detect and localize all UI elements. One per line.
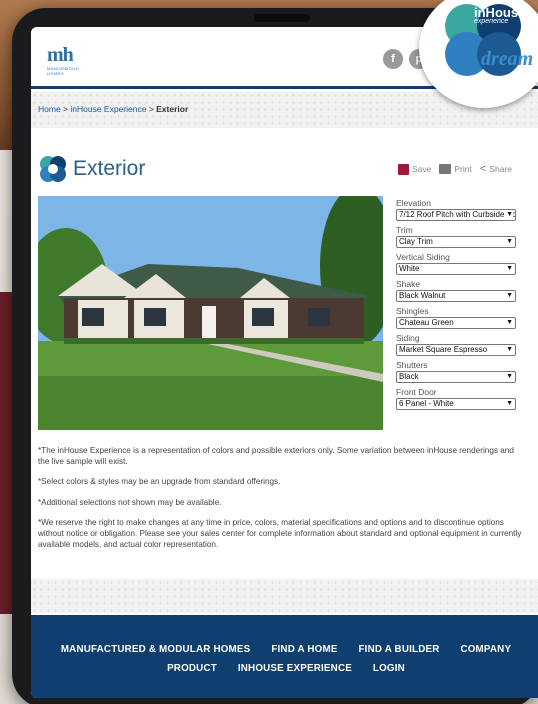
chevron-down-icon: ▼: [504, 264, 513, 274]
select-value: Black: [399, 372, 419, 381]
select-value: 7/12 Roof Pitch with Curbside Porch: [399, 210, 516, 219]
share-icon: <: [479, 163, 487, 175]
option-label: Front Door: [396, 387, 437, 397]
save-button[interactable]: Save: [398, 163, 432, 175]
badge-dream-text: dream: [481, 48, 534, 70]
note-paragraph: *Select colors & styles may be an upgrad…: [38, 477, 281, 487]
chevron-down-icon: ▼: [504, 291, 513, 301]
siding-select[interactable]: Market Square Espresso ▼: [396, 344, 516, 356]
inhouse-logo-icon: [40, 156, 66, 182]
trim-select[interactable]: Clay Trim ▼: [396, 236, 516, 248]
site-logo[interactable]: mh MANORWOOD HOMES: [47, 44, 91, 76]
badge-subtitle: experience: [474, 18, 509, 25]
option-shake: Shake Black Walnut ▼: [396, 279, 518, 302]
logo-subtitle: MANORWOOD HOMES: [47, 66, 80, 76]
select-value: Clay Trim: [399, 237, 433, 246]
content-divider-band: [31, 579, 538, 613]
chevron-down-icon: ▼: [504, 210, 513, 220]
select-value: Black Walnut: [399, 291, 446, 300]
shingles-select[interactable]: Chateau Green ▼: [396, 317, 516, 329]
shutters-select[interactable]: Black ▼: [396, 371, 516, 383]
option-shutters: Shutters Black ▼: [396, 360, 518, 383]
option-label: Vertical Siding: [396, 252, 450, 262]
tablet-device: mh MANORWOOD HOMES f p Home > inHouse Ex…: [12, 8, 538, 704]
option-trim: Trim Clay Trim ▼: [396, 225, 518, 248]
page-title: Exterior: [73, 157, 146, 180]
tablet-screen: mh MANORWOOD HOMES f p Home > inHouse Ex…: [31, 27, 538, 698]
option-elevation: Elevation 7/12 Roof Pitch with Curbside …: [396, 198, 518, 221]
select-value: White: [399, 264, 420, 273]
facebook-icon[interactable]: f: [383, 49, 403, 69]
option-label: Shutters: [396, 360, 428, 370]
site-footer: MANUFACTURED & MODULAR HOMES FIND A HOME…: [31, 615, 538, 698]
footer-nav-row-2: PRODUCT INHOUSE EXPERIENCE LOGIN: [31, 663, 538, 674]
chevron-down-icon: ▼: [504, 399, 513, 409]
logo-mark: mh: [47, 44, 74, 66]
breadcrumb-separator: >: [146, 104, 157, 114]
footer-link-homes[interactable]: MANUFACTURED & MODULAR HOMES: [61, 644, 251, 655]
option-label: Trim: [396, 225, 413, 235]
share-label: Share: [489, 164, 512, 174]
print-icon: [439, 164, 452, 174]
footer-link-find-home[interactable]: FIND A HOME: [271, 644, 337, 655]
elevation-select[interactable]: 7/12 Roof Pitch with Curbside Porch ▼: [396, 209, 516, 221]
footer-link-inhouse[interactable]: INHOUSE EXPERIENCE: [238, 663, 352, 674]
disclaimer-notes: *The inHouse Experience is a representat…: [38, 445, 523, 559]
chevron-down-icon: ▼: [504, 318, 513, 328]
note-paragraph: *We reserve the right to make changes at…: [38, 517, 522, 550]
option-vertical-siding: Vertical Siding White ▼: [396, 252, 518, 275]
camera-bar: [254, 14, 310, 22]
chevron-down-icon: ▼: [504, 372, 513, 382]
house-rendering: [38, 196, 383, 430]
option-label: Shingles: [396, 306, 429, 316]
shake-select[interactable]: Black Walnut ▼: [396, 290, 516, 302]
chevron-down-icon: ▼: [504, 345, 513, 355]
front-door-select[interactable]: 6 Panel - White ▼: [396, 398, 516, 410]
note-paragraph: *The inHouse Experience is a representat…: [38, 446, 514, 467]
breadcrumb-separator: >: [60, 104, 71, 114]
inhouse-dream-badge: inHouse experience dream: [419, 0, 538, 108]
options-panel: Elevation 7/12 Roof Pitch with Curbside …: [396, 198, 518, 414]
option-front-door: Front Door 6 Panel - White ▼: [396, 387, 518, 410]
chevron-down-icon: ▼: [504, 237, 513, 247]
select-value: Market Square Espresso: [399, 345, 488, 354]
page-actions: Save Print < Share: [398, 163, 512, 175]
option-label: Shake: [396, 279, 421, 289]
option-shingles: Shingles Chateau Green ▼: [396, 306, 518, 329]
footer-nav-row-1: MANUFACTURED & MODULAR HOMES FIND A HOME…: [31, 644, 538, 655]
breadcrumb: Home > inHouse Experience > Exterior: [38, 104, 188, 114]
breadcrumb-current: Exterior: [156, 104, 189, 114]
option-siding: Siding Market Square Espresso ▼: [396, 333, 518, 356]
option-label: Elevation: [396, 198, 431, 208]
save-label: Save: [412, 164, 432, 174]
footer-link-login[interactable]: LOGIN: [373, 663, 405, 674]
save-icon: [398, 163, 409, 175]
option-label: Siding: [396, 333, 420, 343]
footer-link-find-builder[interactable]: FIND A BUILDER: [359, 644, 440, 655]
select-value: Chateau Green: [399, 318, 454, 327]
vertical-siding-select[interactable]: White ▼: [396, 263, 516, 275]
share-button[interactable]: < Share: [480, 163, 512, 175]
footer-link-company[interactable]: COMPANY: [460, 644, 511, 655]
breadcrumb-home[interactable]: Home: [38, 104, 61, 114]
footer-link-product[interactable]: PRODUCT: [167, 663, 217, 674]
print-button[interactable]: Print: [439, 164, 472, 174]
note-paragraph: *Additional selections not shown may be …: [38, 497, 222, 507]
breadcrumb-inhouse[interactable]: inHouse Experience: [70, 104, 146, 114]
print-label: Print: [454, 164, 472, 174]
select-value: 6 Panel - White: [399, 399, 454, 408]
